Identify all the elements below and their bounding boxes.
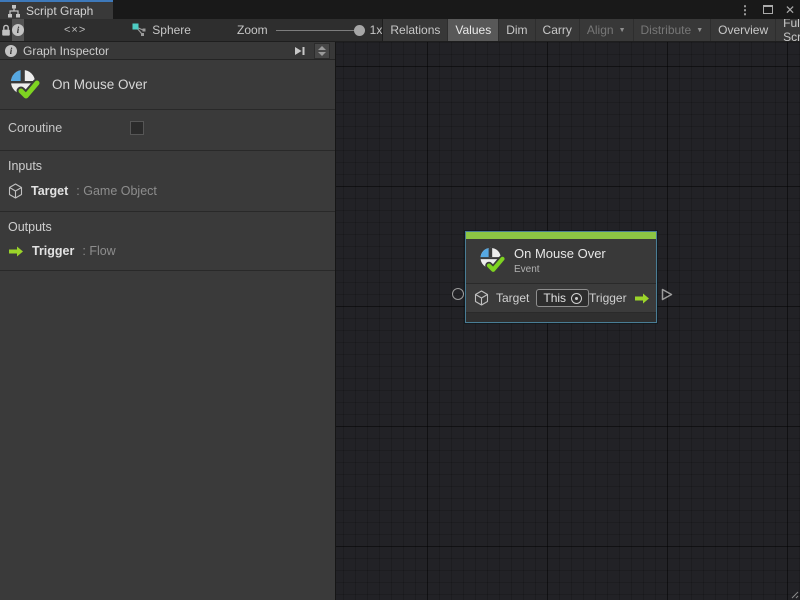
chevron-down-icon: ▼ — [619, 27, 626, 34]
window-menu-icon[interactable]: ⋮ — [739, 3, 751, 17]
outputs-section: Outputs Trigger : Flow — [0, 212, 335, 271]
chevron-down-icon: ▼ — [696, 27, 703, 34]
input-port-row: Target : Game Object — [8, 183, 327, 199]
zoom-slider[interactable] — [276, 30, 362, 31]
preview-code-button[interactable]: <×> — [52, 19, 98, 41]
tab-title: Script Graph — [26, 4, 93, 18]
output-port-type: : Flow — [82, 244, 115, 258]
info-icon: i — [5, 45, 17, 57]
arrow-down-icon — [318, 52, 326, 56]
inputs-section: Inputs Target : Game Object — [0, 151, 335, 212]
relations-button[interactable]: Relations — [383, 19, 447, 41]
flow-arrow-icon — [8, 245, 24, 258]
graph-canvas[interactable]: On Mouse Over Event Target This — [336, 42, 800, 600]
code-icon: <×> — [64, 24, 86, 36]
info-icon: i — [12, 24, 24, 36]
graph-inspector-title: Graph Inspector — [23, 44, 109, 58]
node-subtitle: Event — [514, 264, 606, 275]
graph-inspector-panel: i Graph Inspector — [0, 42, 336, 600]
window-controls: ⋮ ✕ — [739, 0, 795, 19]
script-graph-window: Script Graph ⋮ ✕ i <×> — [0, 0, 800, 600]
event-accent-bar — [466, 232, 656, 239]
target-value-chip[interactable]: This — [536, 289, 589, 307]
flow-arrow-icon — [634, 292, 650, 305]
carry-button[interactable]: Carry — [536, 19, 579, 41]
game-object-cube-icon — [474, 290, 489, 306]
panel-empty-area — [0, 271, 335, 600]
values-button[interactable]: Values — [448, 19, 498, 41]
coroutine-label: Coroutine — [8, 121, 130, 135]
output-port-name: Trigger — [32, 244, 74, 258]
inputs-header: Inputs — [8, 159, 327, 173]
input-port-name: Target — [31, 184, 68, 198]
tab-bar: Script Graph ⋮ ✕ — [0, 0, 800, 19]
target-value: This — [543, 291, 566, 305]
overview-button[interactable]: Overview — [711, 19, 775, 41]
node-footer — [466, 312, 656, 322]
zoom-control: Zoom 1x — [237, 19, 382, 41]
graph-name-label: Sphere — [152, 23, 191, 37]
lock-icon — [0, 24, 12, 37]
graph-inspector-header: i Graph Inspector — [0, 42, 335, 60]
script-graph-asset-icon — [132, 23, 146, 37]
node-input-edge-port[interactable] — [452, 288, 464, 300]
resize-grip[interactable] — [789, 589, 799, 599]
outputs-header: Outputs — [8, 220, 327, 234]
node-header: On Mouse Over Event — [466, 239, 656, 283]
output-port-row: Trigger : Flow — [8, 244, 327, 258]
graph-hierarchy-icon — [7, 4, 21, 18]
on-mouse-over-icon — [478, 246, 505, 275]
coroutine-checkbox[interactable] — [130, 121, 144, 135]
node-target-label: Target — [496, 291, 529, 305]
graph-toolbar: i <×> Sphere Zoom 1x — [0, 19, 800, 42]
fullscreen-button[interactable]: Full Screen — [776, 19, 800, 41]
node-trigger-label: Trigger — [589, 291, 627, 305]
on-mouse-over-node[interactable]: On Mouse Over Event Target This — [465, 231, 657, 323]
unit-title: On Mouse Over — [52, 77, 147, 92]
dim-button[interactable]: Dim — [499, 19, 534, 41]
tab-script-graph[interactable]: Script Graph — [0, 0, 113, 19]
arrow-up-icon — [318, 46, 326, 50]
coroutine-row: Coroutine — [0, 110, 335, 151]
input-port-type: : Game Object — [76, 184, 157, 198]
window-close-icon[interactable]: ✕ — [785, 3, 795, 17]
toolbar-toggle-group: Relations Values Dim Carry Align ▼ Distr… — [382, 19, 800, 41]
node-title: On Mouse Over — [514, 246, 606, 261]
zoom-label: Zoom — [237, 23, 268, 37]
collapse-right-icon — [293, 45, 306, 57]
window-maximize-icon[interactable] — [763, 5, 773, 14]
align-dropdown[interactable]: Align ▼ — [580, 19, 633, 41]
zoom-slider-handle[interactable] — [354, 25, 365, 36]
on-mouse-over-icon — [8, 68, 40, 102]
lock-button[interactable] — [0, 19, 12, 41]
collapse-panel-button[interactable] — [290, 43, 308, 58]
game-object-cube-icon — [8, 183, 23, 199]
inspector-toggle-button[interactable]: i — [12, 19, 24, 41]
panel-scrubber[interactable] — [314, 43, 330, 59]
distribute-dropdown[interactable]: Distribute ▼ — [634, 19, 711, 41]
object-picker-icon — [571, 293, 582, 304]
node-port-row: Target This Trigger — [466, 283, 656, 312]
unit-header: On Mouse Over — [0, 60, 335, 110]
node-output-port[interactable]: Trigger — [589, 291, 650, 305]
zoom-value: 1x — [370, 23, 383, 37]
node-output-edge-port[interactable] — [661, 288, 673, 301]
main-area: i Graph Inspector — [0, 42, 800, 600]
graph-reference[interactable]: Sphere — [120, 19, 203, 41]
node-input-port[interactable]: Target This — [474, 289, 589, 307]
